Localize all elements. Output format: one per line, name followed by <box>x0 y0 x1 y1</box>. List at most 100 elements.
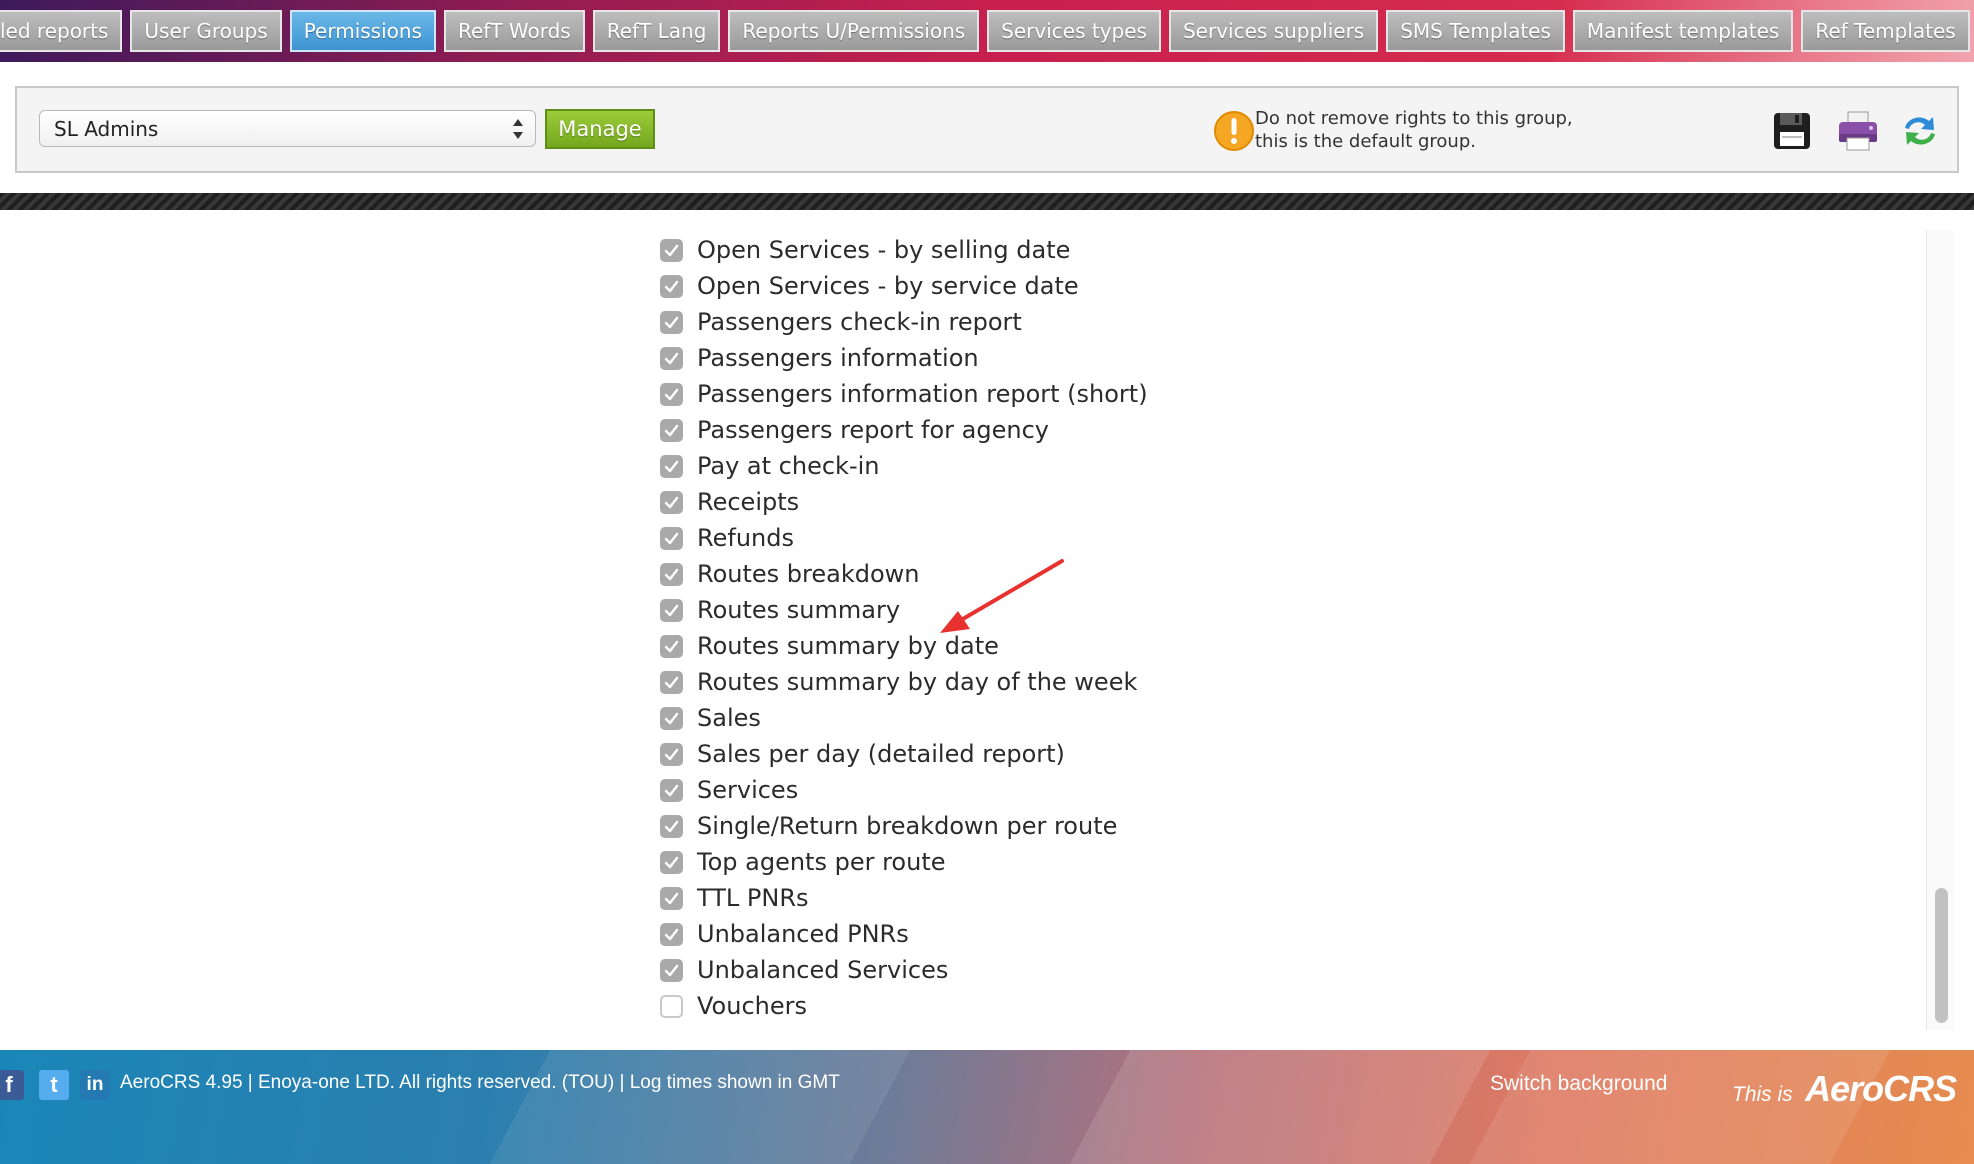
permission-label: Pay at check-in <box>697 452 880 480</box>
checkmark-icon <box>664 676 679 688</box>
permission-checkbox[interactable] <box>660 526 683 550</box>
checkmark-icon <box>664 460 679 472</box>
permission-item: Receipts <box>660 484 1148 520</box>
tab-reft-words[interactable]: RefT Words <box>443 10 585 52</box>
permission-item: Routes summary by day of the week <box>660 664 1148 700</box>
permission-checkbox[interactable] <box>660 994 683 1018</box>
permission-checkbox[interactable] <box>660 454 683 478</box>
checkmark-icon <box>664 604 679 616</box>
permission-item: Passengers check-in report <box>660 304 1148 340</box>
permission-label: Sales <box>697 704 761 732</box>
permission-checkbox[interactable] <box>660 418 683 442</box>
permission-label: Services <box>697 776 799 804</box>
tab-services-types[interactable]: Services types <box>987 10 1161 52</box>
checkmark-icon <box>664 280 679 292</box>
checkmark-icon <box>664 424 679 436</box>
switch-background-link[interactable]: Switch background <box>1490 1072 1667 1096</box>
permission-label: Single/Return breakdown per route <box>697 812 1118 840</box>
permission-checkbox[interactable] <box>660 490 683 514</box>
permission-item: Sales <box>660 700 1148 736</box>
refresh-icon[interactable] <box>1897 108 1943 154</box>
permission-label: Passengers report for agency <box>697 416 1049 444</box>
tab-sms-templates[interactable]: SMS Templates <box>1386 10 1565 52</box>
permission-item: Routes breakdown <box>660 556 1148 592</box>
permission-checkbox[interactable] <box>660 742 683 766</box>
permission-checkbox[interactable] <box>660 274 683 298</box>
tab-services-suppliers[interactable]: Services suppliers <box>1168 10 1379 52</box>
select-arrows-icon <box>513 119 523 139</box>
tab-manifest-templates[interactable]: Manifest templates <box>1572 10 1794 52</box>
permission-label: Open Services - by service date <box>697 272 1079 300</box>
checkmark-icon <box>664 856 679 868</box>
permission-label: Open Services - by selling date <box>697 236 1071 264</box>
checkmark-icon <box>664 352 679 364</box>
permission-item: Passengers report for agency <box>660 412 1148 448</box>
permission-label: Passengers information report (short) <box>697 380 1148 408</box>
permission-item: TTL PNRs <box>660 880 1148 916</box>
permission-label: TTL PNRs <box>697 884 809 912</box>
permission-label: Unbalanced PNRs <box>697 920 909 948</box>
permission-checkbox[interactable] <box>660 562 683 586</box>
permission-checkbox[interactable] <box>660 598 683 622</box>
checkmark-icon <box>664 532 679 544</box>
permission-checkbox[interactable] <box>660 310 683 334</box>
permission-checkbox[interactable] <box>660 922 683 946</box>
permission-checkbox[interactable] <box>660 346 683 370</box>
permission-label: Top agents per route <box>697 848 946 876</box>
checkmark-icon <box>664 244 679 256</box>
permission-item: Pay at check-in <box>660 448 1148 484</box>
facebook-icon[interactable]: f <box>0 1070 24 1100</box>
scrollbar-thumb[interactable] <box>1935 888 1948 1023</box>
save-icon[interactable] <box>1769 108 1815 154</box>
permission-label: Passengers information <box>697 344 979 372</box>
permissions-checklist: Open Services - by selling date Open Serv… <box>660 232 1148 1024</box>
permission-checkbox[interactable] <box>660 706 683 730</box>
permission-checkbox[interactable] <box>660 958 683 982</box>
permission-checkbox[interactable] <box>660 238 683 262</box>
tab-reports-u-permissions[interactable]: Reports U/Permissions <box>728 10 980 52</box>
permission-checkbox[interactable] <box>660 778 683 802</box>
checkmark-icon <box>664 748 679 760</box>
warning-icon <box>1214 111 1254 151</box>
checkmark-icon <box>664 784 679 796</box>
permission-item: Unbalanced Services <box>660 952 1148 988</box>
checkmark-icon <box>664 892 679 904</box>
permission-label: Receipts <box>697 488 800 516</box>
footer-copyright: AeroCRS 4.95 | Enoya-one LTD. All rights… <box>120 1072 840 1093</box>
permission-checkbox[interactable] <box>660 634 683 658</box>
tab-user-groups[interactable]: User Groups <box>130 10 282 52</box>
annotation-arrow-icon <box>940 559 1064 633</box>
tab-permissions[interactable]: Permissions <box>289 10 436 52</box>
group-control-panel: SL Admins Manage Do not remove rights to… <box>15 86 1959 173</box>
permission-checkbox[interactable] <box>660 670 683 694</box>
print-icon[interactable] <box>1835 108 1881 154</box>
permission-item: Routes summary <box>660 592 1148 628</box>
permission-checkbox[interactable] <box>660 886 683 910</box>
permission-item: Open Services - by selling date <box>660 232 1148 268</box>
linkedin-icon[interactable]: in <box>80 1070 110 1100</box>
permission-item: Passengers information report (short) <box>660 376 1148 412</box>
checkmark-icon <box>664 820 679 832</box>
permission-checkbox[interactable] <box>660 382 683 406</box>
tab-reft-lang[interactable]: RefT Lang <box>592 10 721 52</box>
checkmark-icon <box>664 568 679 580</box>
user-group-select[interactable]: SL Admins <box>39 110 536 147</box>
checkmark-icon <box>664 388 679 400</box>
permission-checkbox[interactable] <box>660 814 683 838</box>
permission-item: Routes summary by date <box>660 628 1148 664</box>
twitter-icon[interactable]: t <box>39 1070 69 1100</box>
permission-checkbox[interactable] <box>660 850 683 874</box>
permission-label: Refunds <box>697 524 794 552</box>
permission-item: Vouchers <box>660 988 1148 1024</box>
tab-led-reports[interactable]: led reports <box>0 10 123 52</box>
tab-ref-templates[interactable]: Ref Templates <box>1801 10 1970 52</box>
permission-item: Single/Return breakdown per route <box>660 808 1148 844</box>
checkmark-icon <box>664 640 679 652</box>
permission-label: Routes summary by day of the week <box>697 668 1138 696</box>
permission-item: Top agents per route <box>660 844 1148 880</box>
brand-logo: This is AeroCRS <box>1732 1068 1957 1109</box>
checkmark-icon <box>664 496 679 508</box>
permission-label: Routes breakdown <box>697 560 920 588</box>
manage-button[interactable]: Manage <box>545 109 655 149</box>
permission-item: Open Services - by service date <box>660 268 1148 304</box>
